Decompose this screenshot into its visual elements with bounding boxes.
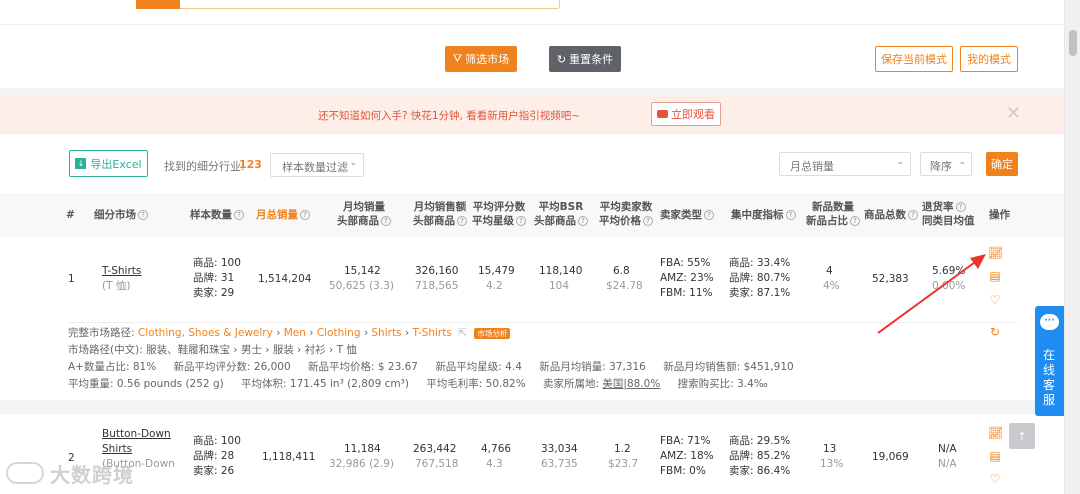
table-header: # 细分市场? 样本数量? 月总销量? 月均销量 头部商品? 月均销售额 头部商品?… <box>0 193 1064 237</box>
search-input-remnant[interactable] <box>136 0 560 9</box>
help-icon[interactable]: ? <box>300 210 310 220</box>
path-link[interactable]: T-Shirts <box>412 327 451 339</box>
divider-line <box>0 24 1064 25</box>
help-icon[interactable]: ? <box>704 210 714 220</box>
refresh-icon: ↻ <box>556 52 567 66</box>
found-count: 123 <box>239 158 262 171</box>
market-link[interactable]: T-Shirts <box>102 265 141 278</box>
my-mode-button[interactable]: 我的模式 <box>960 46 1018 72</box>
refresh-icon[interactable]: ↻ <box>988 325 1002 339</box>
origin-link[interactable]: 美国|88.0% <box>602 378 660 390</box>
header-seller-type[interactable]: 卖家类型? <box>660 208 714 222</box>
header-sellers[interactable]: 平均卖家数 平均价格? <box>594 200 658 228</box>
header-index: # <box>66 209 75 221</box>
help-icon[interactable]: ? <box>643 216 653 226</box>
watermark: 大数跨境 <box>6 458 134 488</box>
export-excel-button[interactable]: ↓ 导出Excel <box>69 150 148 177</box>
header-total-products[interactable]: 商品总数? <box>864 208 918 222</box>
play-icon <box>657 110 668 118</box>
header-monthly-total[interactable]: 月总销量? <box>256 208 310 222</box>
help-icon[interactable]: ? <box>138 210 148 220</box>
detail-line-3: A+数量占比: 81% 新品平均评分数: 26,000 新品平均价格: $ 23… <box>68 361 794 373</box>
watch-now-button[interactable]: 立即观看 <box>651 102 721 126</box>
market-path-cn: 市场路径(中文): 服装、鞋履和珠宝 › 男士 › 服装 › 衬衫 › T 恤 <box>68 344 357 356</box>
chart-icon[interactable]: 📈︎ <box>988 426 1003 440</box>
header-concentration[interactable]: 集中度指标? <box>731 208 796 222</box>
results-card-2: 2 Button-Down Shirts (Button-Down 商品: 10… <box>0 414 1064 494</box>
header-new-products[interactable]: 新品数量 新品占比? <box>803 200 863 228</box>
annotation-arrow <box>877 254 986 334</box>
document-icon[interactable]: ▤ <box>988 449 1002 463</box>
banner-text: 还不知道如何入手? 快花1分钟, 看看新用户指引视频吧~ <box>318 110 581 122</box>
save-mode-button[interactable]: 保存当前模式 <box>875 46 953 72</box>
document-icon[interactable]: ▤ <box>988 269 1002 283</box>
help-icon[interactable]: ? <box>381 216 391 226</box>
filter-market-button[interactable]: ⛛ 筛选市场 <box>445 46 517 72</box>
market-analysis-tag[interactable]: 市场分析 <box>474 328 511 339</box>
sort-field-select[interactable]: 月总销量 ⌄ <box>779 152 911 176</box>
header-return-rate[interactable]: 退货率? 同类目均值 <box>922 200 980 228</box>
heart-icon[interactable]: ♡ <box>988 472 1002 486</box>
header-samples[interactable]: 样本数量? <box>190 208 244 222</box>
found-label: 找到的细分行业: <box>164 160 245 173</box>
market-link[interactable]: Shirts <box>102 443 132 456</box>
heart-icon[interactable]: ♡ <box>988 293 1002 307</box>
filter-icon: ⛛ <box>452 52 463 65</box>
help-icon[interactable]: ? <box>955 202 966 212</box>
header-actions: 操作 <box>989 209 1010 221</box>
back-to-top-button[interactable]: ↑ <box>1009 423 1035 449</box>
download-icon: ↓ <box>75 158 87 169</box>
header-avg-sales[interactable]: 月均销量 头部商品? <box>334 200 394 228</box>
path-link[interactable]: Clothing <box>317 327 361 339</box>
close-icon[interactable]: ✕ <box>1006 104 1021 124</box>
scrollbar-thumb[interactable] <box>1069 30 1077 56</box>
reset-button[interactable]: ↻ 重置条件 <box>549 46 621 72</box>
help-icon[interactable]: ? <box>234 210 244 220</box>
external-link-icon[interactable]: ⇱ <box>458 327 467 339</box>
chevron-down-icon: ⌄ <box>349 158 357 168</box>
help-icon[interactable]: ? <box>516 216 526 226</box>
guide-banner: 还不知道如何入手? 快花1分钟, 看看新用户指引视频吧~ 立即观看 ✕ <box>0 96 1064 134</box>
market-path: 完整市场路径: Clothing, Shoes & Jewelry › Men … <box>68 325 511 342</box>
scrollbar[interactable] <box>1064 0 1080 494</box>
filter-card: ⛛ 筛选市场 ↻ 重置条件 保存当前模式 我的模式 <box>0 0 1064 88</box>
chevron-down-icon: ⌄ <box>958 157 966 167</box>
table-row: 2 Button-Down Shirts (Button-Down 商品: 10… <box>68 426 1004 486</box>
header-rating[interactable]: 平均评分数 平均星级? <box>466 200 532 228</box>
page: ⛛ 筛选市场 ↻ 重置条件 保存当前模式 我的模式 还不知道如何入手? 快花1分钟,… <box>0 0 1064 494</box>
online-service-button[interactable]: ··· 在线客服 <box>1035 306 1064 416</box>
path-link[interactable]: Clothing, Shoes & Jewelry <box>138 327 273 339</box>
confirm-button[interactable]: 确定 <box>986 152 1018 176</box>
search-input-accent <box>136 0 180 9</box>
detail-line-4: 平均重量: 0.56 pounds (252 g) 平均体积: 171.45 i… <box>68 378 768 390</box>
chevron-down-icon: ⌄ <box>896 157 904 167</box>
path-link[interactable]: Shirts <box>371 327 401 339</box>
help-icon[interactable]: ? <box>908 210 918 220</box>
market-link[interactable]: Button-Down <box>102 428 171 441</box>
watermark-logo-icon <box>6 462 44 484</box>
path-link[interactable]: Men <box>284 327 306 339</box>
help-icon[interactable]: ? <box>578 216 588 226</box>
help-icon[interactable]: ? <box>850 216 860 226</box>
header-bsr[interactable]: 平均BSR 头部商品? <box>530 200 592 228</box>
chart-icon[interactable]: 📈︎ <box>988 246 1003 260</box>
help-icon[interactable]: ? <box>785 210 796 220</box>
chat-icon: ··· <box>1040 314 1059 330</box>
header-market[interactable]: 细分市场? <box>94 208 148 222</box>
sort-order-select[interactable]: 降序 ⌄ <box>920 152 972 176</box>
sample-filter-select[interactable]: 样本数量过滤 ⌄ <box>270 153 364 177</box>
